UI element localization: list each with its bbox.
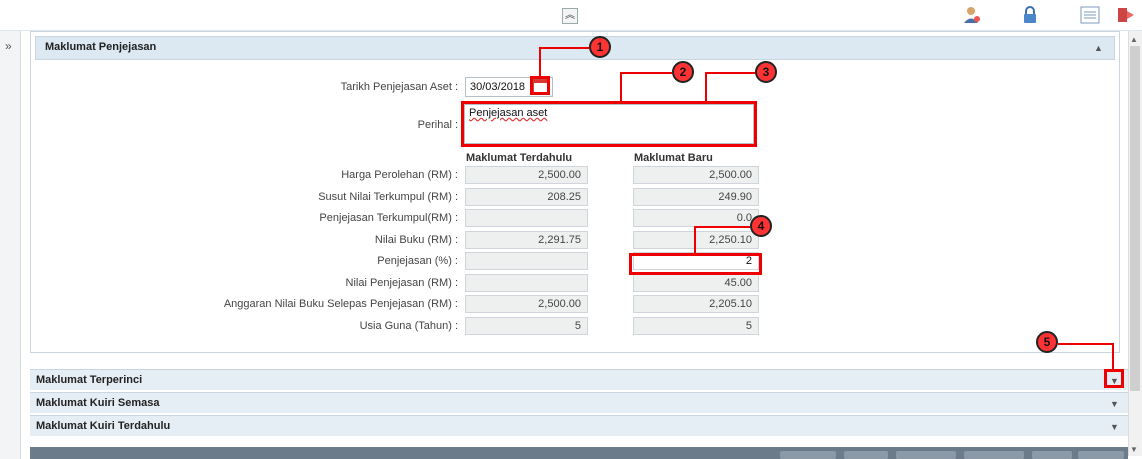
highlight-calendar [530,76,550,95]
leader-5 [1058,343,1113,345]
panel-title: Maklumat Penjejasan [45,41,157,53]
leader-3 [705,72,755,74]
row-label: Usia Guna (Tahun) : [359,320,458,332]
new-value-field: 5 [633,317,759,335]
prev-value-field [465,252,588,270]
user-icon[interactable] [962,6,982,24]
callout-badge-4: 4 [750,215,772,237]
row-label: Susut Nilai Terkumpul (RM) : [318,191,458,203]
row-label: Anggaran Nilai Buku Selepas Penjejasan (… [223,298,458,310]
new-value-field: 249.90 [633,188,759,206]
prev-value-field: 2,500.00 [465,295,588,313]
sidebar-collapsed[interactable]: » [0,31,21,459]
prev-value-field [465,209,588,227]
callout-badge-3: 3 [755,61,777,83]
callout-badge-1: 1 [589,36,611,58]
action-button[interactable] [844,451,888,459]
accordion-label-terperinci: Maklumat Terperinci [36,374,143,386]
scrollbar-thumb[interactable] [1130,46,1140,391]
leader-1 [539,47,589,49]
prev-value-field: 2,291.75 [465,231,588,249]
leader-5v [1112,343,1114,371]
highlight-expand-caret [1104,369,1124,388]
callout-badge-2: 2 [672,61,694,83]
leader-4 [694,226,750,228]
expand-caret-icon[interactable]: ▼ [1110,399,1119,409]
leader-3v [705,72,707,102]
action-button[interactable] [964,451,1024,459]
new-value-field: 45.00 [633,274,759,292]
column-header-prev: Maklumat Terdahulu [466,152,573,164]
action-button[interactable] [780,451,836,459]
panel-collapse-caret-icon[interactable]: ▲ [1094,43,1103,53]
accordion-label-kuiri-terdahulu: Maklumat Kuiri Terdahulu [36,420,171,432]
highlight-perihal [461,101,757,147]
expand-sidebar-icon[interactable]: » [5,39,12,53]
expand-caret-icon[interactable]: ▼ [1110,422,1119,432]
prev-value-field: 2,500.00 [465,166,588,184]
leader-2 [620,72,672,74]
accordion-terperinci[interactable] [30,369,1128,390]
row-label: Penjejasan Terkumpul(RM) : [319,212,458,224]
leader-2v [620,72,622,102]
column-header-new: Maklumat Baru [634,152,713,164]
accordion-kuiri-terdahulu[interactable] [30,415,1128,436]
list-icon[interactable] [1080,6,1100,24]
prev-value-field [465,274,588,292]
exit-icon[interactable] [1116,6,1136,24]
new-value-field: 2,205.10 [633,295,759,313]
new-value-field: 2,500.00 [633,166,759,184]
action-button[interactable] [1032,451,1072,459]
new-value-field: 2,250.10 [633,231,759,249]
action-button[interactable] [896,451,956,459]
leader-1v [539,47,541,77]
collapse-header-button[interactable]: ︽ [562,8,578,24]
accordion-label-kuiri-semasa: Maklumat Kuiri Semasa [36,397,160,409]
prev-value-field: 5 [465,317,588,335]
leader-4v [694,226,696,254]
action-button[interactable] [1078,451,1124,459]
scroll-up-icon[interactable]: ▲ [1130,35,1138,44]
date-label: Tarikh Penjejasan Aset : [340,81,458,93]
callout-badge-5: 5 [1036,331,1058,353]
row-label: Nilai Penjejasan (RM) : [345,277,458,289]
accordion-kuiri-semasa[interactable] [30,392,1128,413]
lock-icon[interactable] [1020,6,1040,24]
row-label: Harga Perolehan (RM) : [341,169,458,181]
new-value-field: 0.0 [633,209,759,227]
highlight-penjejasan-percent [629,253,762,275]
row-label: Nilai Buku (RM) : [374,234,458,246]
double-chevron-up-icon: ︽ [565,10,575,21]
prev-value-field: 208.25 [465,188,588,206]
row-label: Penjejasan (%) : [377,255,458,267]
perihal-label: Perihal : [417,119,458,131]
scroll-down-icon[interactable]: ▼ [1130,445,1138,454]
